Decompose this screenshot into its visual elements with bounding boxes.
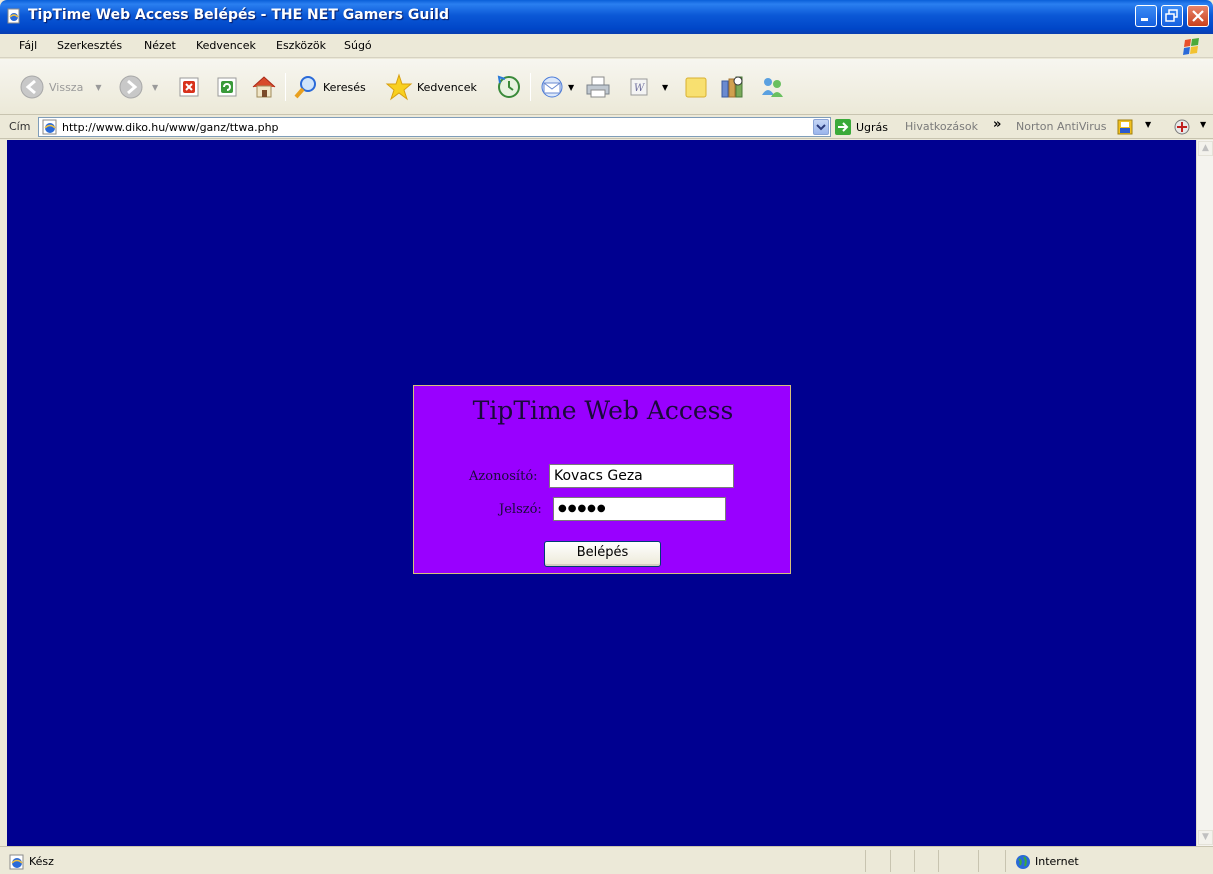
close-button[interactable]	[1187, 5, 1209, 27]
password-label: Jelszó:	[499, 502, 542, 517]
back-arrow-icon	[20, 75, 44, 99]
back-button[interactable]: Vissza ▼	[19, 69, 101, 105]
print-button[interactable]	[584, 69, 612, 105]
norton-antivirus-label[interactable]: Norton AntiVirus	[1016, 120, 1106, 133]
history-icon	[497, 75, 520, 98]
password-input[interactable]: ●●●●●	[553, 497, 726, 521]
refresh-button[interactable]	[215, 69, 239, 105]
restore-icon	[1165, 9, 1178, 22]
mail-button[interactable]: ▼	[538, 69, 574, 105]
status-bar: Kész Internet	[0, 846, 1213, 874]
menu-help[interactable]: Súgó	[344, 39, 372, 52]
home-icon	[252, 76, 276, 98]
links-label[interactable]: Hivatkozások	[905, 120, 978, 133]
norton-icon[interactable]	[1116, 118, 1136, 136]
login-title: TipTime Web Access	[472, 396, 734, 425]
address-dropdown-button[interactable]	[813, 119, 829, 135]
toolbar-extension-icon[interactable]	[1172, 118, 1192, 136]
go-arrow-icon	[835, 119, 851, 135]
note-icon	[685, 77, 707, 98]
edit-word-button[interactable]: W ▼	[628, 69, 668, 105]
messenger-button[interactable]	[758, 69, 786, 105]
menu-view[interactable]: Nézet	[144, 39, 176, 52]
scroll-down-button[interactable]: ▼	[1198, 830, 1213, 845]
security-zone: Internet	[1035, 855, 1079, 868]
minimize-button[interactable]	[1135, 5, 1157, 27]
research-button[interactable]	[718, 69, 746, 105]
address-url: http://www.diko.hu/www/ganz/ttwa.php	[62, 121, 279, 134]
messenger-icon	[762, 78, 783, 97]
printer-icon	[586, 76, 610, 98]
search-button[interactable]: Keresés	[293, 69, 366, 105]
login-form: TipTime Web Access Azonosító: Kovacs Gez…	[413, 385, 791, 574]
forward-arrow-icon	[119, 75, 143, 99]
menu-file[interactable]: Fájl	[19, 39, 37, 52]
close-icon	[1192, 10, 1204, 22]
toolbar: Vissza ▼ ▼ Keresés Kedvencek ▼ W ▼	[0, 59, 1213, 115]
restore-button[interactable]	[1161, 5, 1183, 27]
history-button[interactable]	[496, 69, 522, 105]
ie-page-icon	[42, 119, 57, 135]
title-bar[interactable]: TipTime Web Access Belépés - THE NET Gam…	[0, 0, 1213, 34]
stop-button[interactable]	[177, 69, 201, 105]
window-title: TipTime Web Access Belépés - THE NET Gam…	[28, 7, 449, 23]
address-input[interactable]: http://www.diko.hu/www/ganz/ttwa.php	[38, 117, 831, 137]
ie-document-icon	[7, 8, 20, 24]
username-label: Azonosító:	[469, 469, 538, 484]
menu-edit[interactable]: Szerkesztés	[57, 39, 122, 52]
search-icon	[294, 76, 316, 99]
globe-icon	[1016, 855, 1030, 869]
mail-icon	[541, 76, 563, 98]
go-button[interactable]: Ugrás	[834, 118, 888, 136]
forward-button[interactable]: ▼	[118, 69, 158, 105]
vertical-scrollbar[interactable]: ▲ ▼	[1196, 140, 1213, 846]
address-bar: Cím http://www.diko.hu/www/ganz/ttwa.php…	[0, 115, 1213, 139]
stop-icon	[179, 77, 199, 97]
scroll-up-button[interactable]: ▲	[1198, 141, 1213, 156]
username-input[interactable]: Kovacs Geza	[549, 464, 734, 488]
menu-bar: Fájl Szerkesztés Nézet Kedvencek Eszközö…	[0, 34, 1213, 58]
window-left-border	[0, 140, 7, 846]
favorites-button[interactable]: Kedvencek	[385, 69, 477, 105]
home-button[interactable]	[250, 69, 278, 105]
minimize-icon	[1141, 18, 1148, 21]
login-button[interactable]: Belépés	[544, 541, 661, 567]
svg-text:W: W	[634, 83, 645, 94]
norton-dropdown[interactable]: ▼	[1145, 120, 1151, 129]
links-chevron[interactable]: »	[993, 117, 1001, 132]
windows-logo-icon	[1183, 38, 1199, 55]
menu-favorites[interactable]: Kedvencek	[196, 39, 256, 52]
address-label: Cím	[9, 120, 31, 133]
menu-tools[interactable]: Eszközök	[276, 39, 326, 52]
refresh-icon	[217, 77, 237, 97]
discuss-button[interactable]	[683, 69, 709, 105]
favorites-star-icon	[385, 73, 413, 101]
research-books-icon	[721, 76, 743, 98]
word-document-icon: W	[630, 78, 648, 96]
status-text: Kész	[29, 855, 54, 868]
extension-dropdown[interactable]: ▼	[1200, 120, 1206, 129]
ie-page-icon	[9, 854, 24, 870]
chevron-down-icon	[816, 124, 826, 131]
